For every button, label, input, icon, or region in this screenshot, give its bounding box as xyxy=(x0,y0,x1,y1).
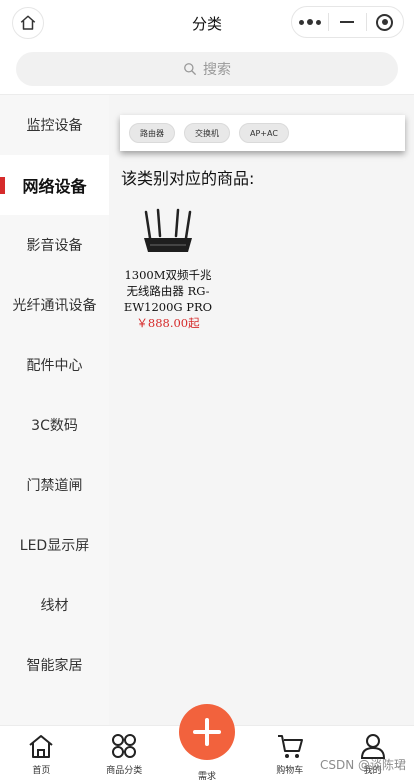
sidebar-item-3c-digital[interactable]: 3C数码 xyxy=(0,395,109,455)
top-navigation-bar: 分类 xyxy=(0,0,414,46)
tab-home-label: 首页 xyxy=(32,766,51,776)
tab-cart[interactable]: 购物车 xyxy=(248,726,331,780)
search-icon xyxy=(184,63,196,75)
sidebar-item-led-display[interactable]: LED显示屏 xyxy=(0,515,109,575)
home-icon xyxy=(29,735,54,758)
tag-ap-ac[interactable]: AP+AC xyxy=(239,123,289,143)
tab-demand-label: 需求 xyxy=(197,772,216,780)
tab-home[interactable]: 首页 xyxy=(0,726,83,780)
category-icon xyxy=(112,734,137,758)
product-name: 1300M双频千兆无线路由器 RG-EW1200G PRO xyxy=(123,268,213,314)
search-input[interactable]: 搜索 xyxy=(16,52,398,86)
sidebar-item-accessories[interactable]: 配件中心 xyxy=(0,335,109,395)
watermark: CSDN @谈陈珺 xyxy=(319,758,406,772)
mini-program-capsule xyxy=(291,6,404,38)
tag-router[interactable]: 路由器 xyxy=(129,123,175,143)
product-card[interactable]: 1300M双频千兆无线路由器 RG-EW1200G PRO ￥888.00起 xyxy=(121,205,215,331)
sidebar-item-fiber[interactable]: 光纤通讯设备 xyxy=(0,275,109,335)
cart-icon xyxy=(277,735,303,758)
category-sidebar: 监控设备 网络设备 影音设备 光纤通讯设备 配件中心 3C数码 门禁道闸 LED… xyxy=(0,95,109,725)
router-image xyxy=(121,205,215,261)
tab-category-label: 商品分类 xyxy=(106,766,143,776)
plus-icon xyxy=(193,718,221,746)
sidebar-item-monitoring[interactable]: 监控设备 xyxy=(0,95,109,155)
more-button[interactable] xyxy=(292,7,328,37)
search-placeholder: 搜索 xyxy=(203,62,231,78)
more-dots-icon xyxy=(299,19,322,25)
close-program-button[interactable] xyxy=(367,7,403,37)
product-price: ￥888.00起 xyxy=(136,316,200,330)
sidebar-item-smart-home[interactable]: 智能家居 xyxy=(0,635,109,695)
subcategory-tags: 路由器 交换机 AP+AC xyxy=(120,115,405,151)
category-content: 路由器 交换机 AP+AC 该类别对应的商品: 1300M双频千兆无线路由器 R… xyxy=(109,95,414,725)
sidebar-item-network[interactable]: 网络设备 xyxy=(0,155,109,215)
sidebar-item-cables[interactable]: 线材 xyxy=(0,575,109,635)
tag-switch[interactable]: 交换机 xyxy=(184,123,230,143)
section-title: 该类别对应的商品: xyxy=(121,169,255,188)
tab-cart-label: 购物车 xyxy=(276,766,304,776)
sidebar-item-audio-video[interactable]: 影音设备 xyxy=(0,215,109,275)
target-icon xyxy=(376,13,394,31)
sidebar-item-access-control[interactable]: 门禁道闸 xyxy=(0,455,109,515)
add-demand-button[interactable] xyxy=(179,704,235,760)
minimize-button[interactable] xyxy=(329,7,365,37)
tab-category[interactable]: 商品分类 xyxy=(83,726,166,780)
minus-icon xyxy=(340,21,355,23)
